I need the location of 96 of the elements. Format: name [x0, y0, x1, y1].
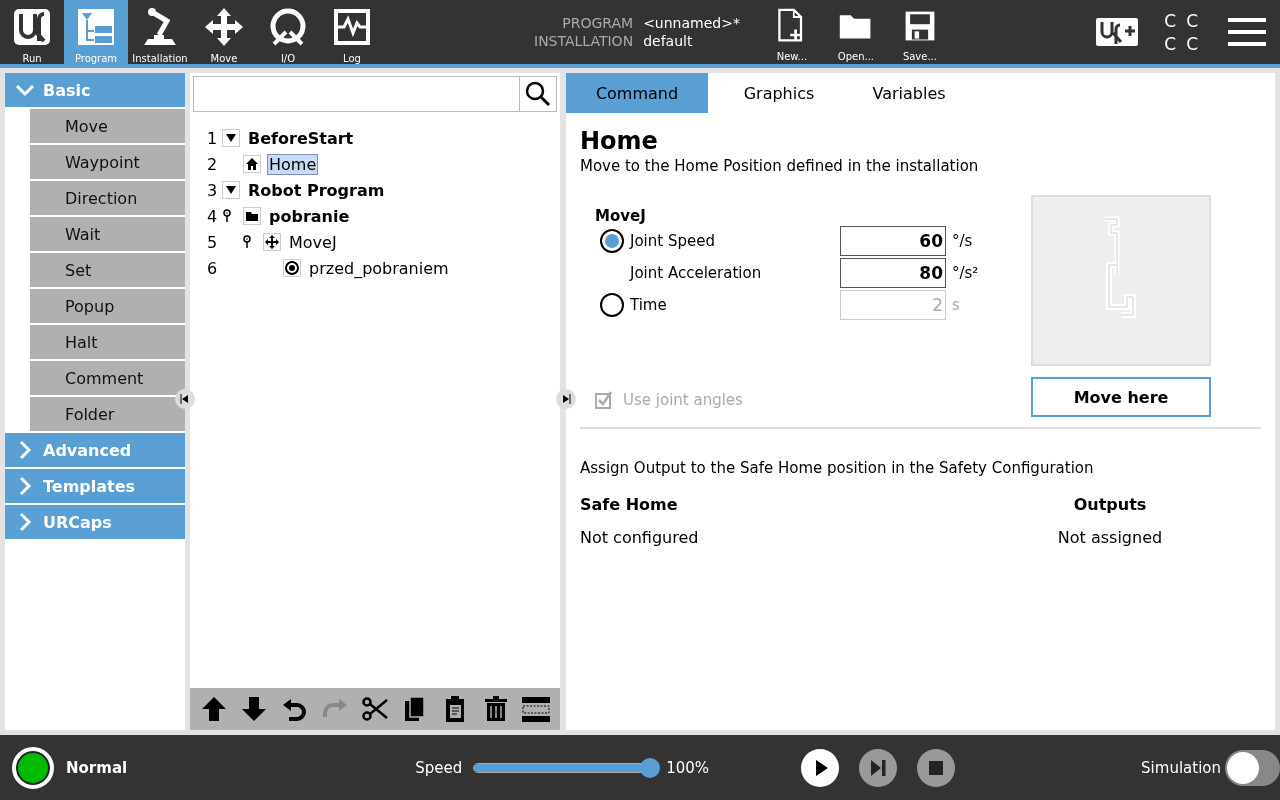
tree-node[interactable]: przed_pobraniem — [307, 257, 451, 279]
program-tree-icon — [76, 7, 116, 47]
command-description: Move to the Home Position defined in the installation — [580, 157, 980, 175]
expander-toggle[interactable] — [222, 129, 240, 147]
status-letter: C — [1186, 10, 1198, 31]
table-cell-text: Not configured — [580, 528, 700, 547]
unit-label: s — [952, 296, 960, 314]
line-number: 6 — [206, 258, 215, 278]
speed-label: Speed — [415, 758, 463, 777]
value-field[interactable]: 80 — [840, 258, 946, 288]
urcaps-logo-icon[interactable] — [1095, 15, 1140, 49]
group-title: MoveJ — [595, 207, 647, 225]
nav-tab[interactable]: Installation — [128, 0, 192, 64]
tab[interactable]: Command — [566, 73, 708, 113]
unit-label: °/s² — [952, 264, 979, 282]
command-item[interactable]: Waypoint — [30, 145, 185, 179]
menu-icon[interactable] — [1228, 17, 1266, 47]
arrow-right-icon — [561, 394, 571, 404]
command-item[interactable]: Move — [30, 109, 185, 143]
line-number: 3 — [206, 180, 215, 200]
command-item[interactable]: Direction — [30, 181, 185, 215]
move-arrows-icon — [265, 235, 279, 249]
folder-icon — [245, 209, 259, 223]
command-item[interactable]: Folder — [30, 397, 185, 431]
speed-reading: 100% — [666, 758, 710, 777]
file-button[interactable]: Save... — [887, 0, 952, 64]
column-header: Outputs — [1072, 495, 1148, 514]
command-item[interactable]: Wait — [30, 217, 185, 251]
collapse-handle[interactable] — [556, 389, 576, 409]
value-field[interactable]: 60 — [840, 226, 946, 256]
installation-name: default — [643, 33, 694, 49]
status-letter: C — [1164, 33, 1177, 54]
checkbox-label: Use joint angles — [623, 391, 743, 409]
search-field[interactable] — [193, 76, 519, 112]
caret-icon — [226, 133, 236, 143]
log-chart-icon — [332, 7, 372, 47]
arrow-left-icon — [180, 394, 190, 404]
home-icon — [245, 157, 259, 171]
tree-node[interactable]: BeforeStart — [246, 127, 356, 149]
arrow-down-icon — [240, 695, 269, 723]
toolbar-button[interactable] — [521, 695, 550, 723]
io-ring-icon — [268, 7, 308, 47]
status-letter: C — [1164, 10, 1177, 31]
toolbar-button[interactable] — [240, 695, 269, 723]
program-name: <unnamed>* — [643, 15, 740, 31]
line-number: 2 — [206, 154, 215, 174]
status-letter: C — [1186, 33, 1198, 54]
scissors-icon — [361, 695, 389, 723]
column-header: Safe Home — [580, 495, 679, 514]
toolbar-button[interactable] — [361, 695, 389, 723]
nav-tab[interactable]: Move — [192, 0, 256, 64]
expander-toggle[interactable] — [222, 181, 240, 199]
radio-button[interactable] — [600, 229, 624, 253]
status-indicator — [12, 746, 54, 789]
command-item[interactable]: Set — [30, 253, 185, 287]
tree-node[interactable]: pobranie — [267, 205, 352, 227]
parameter-label: Joint Speed — [630, 232, 716, 250]
simulation-label: Simulation — [1141, 758, 1221, 777]
target-icon — [285, 261, 299, 275]
tree-node[interactable]: MoveJ — [287, 231, 339, 253]
line-number: 5 — [206, 232, 215, 252]
nav-tab[interactable]: I/O — [256, 0, 320, 64]
arrow-up-icon — [200, 695, 229, 723]
parameter-label: Time — [630, 296, 668, 314]
ur-logo-icon — [12, 7, 52, 47]
safety-note: Assign Output to the Safe Home position in the Safety Configuration — [580, 459, 1095, 477]
pin-icon[interactable] — [243, 235, 251, 249]
simulation-toggle[interactable] — [1225, 749, 1280, 786]
program-label: PROGRAM — [561, 15, 634, 31]
tree-node[interactable]: Robot Program — [246, 179, 387, 201]
caret-icon — [226, 185, 236, 195]
line-number: 1 — [206, 128, 215, 148]
parameter-label: Joint Acceleration — [630, 264, 763, 282]
toolbar-button[interactable] — [200, 695, 229, 723]
tree-node[interactable]: Home — [267, 153, 319, 175]
table-cell-text: Not assigned — [1056, 528, 1164, 547]
line-number: 4 — [206, 206, 215, 226]
file-button[interactable]: Open... — [823, 0, 888, 64]
move-here-button[interactable]: Move here — [1031, 377, 1211, 417]
command-item[interactable]: Popup — [30, 289, 185, 323]
collapse-handle[interactable] — [175, 389, 195, 409]
move-arrows-icon — [204, 7, 244, 47]
status-label: Normal — [66, 758, 128, 777]
installation-label: INSTALLATION — [534, 33, 634, 49]
command-item[interactable]: Comment — [30, 361, 185, 395]
search-button[interactable] — [519, 76, 557, 112]
unit-label: °/s — [952, 232, 973, 250]
nav-tab[interactable]: Run — [0, 0, 64, 64]
file-button[interactable]: New... — [759, 0, 824, 64]
pin-icon[interactable] — [223, 209, 231, 223]
command-item[interactable]: Halt — [30, 325, 185, 359]
placeholder-block-icon — [521, 695, 550, 723]
playback-button[interactable] — [801, 748, 840, 787]
nav-tab[interactable]: Log — [320, 0, 384, 64]
command-title: Home — [580, 127, 659, 155]
search-icon — [525, 81, 551, 107]
